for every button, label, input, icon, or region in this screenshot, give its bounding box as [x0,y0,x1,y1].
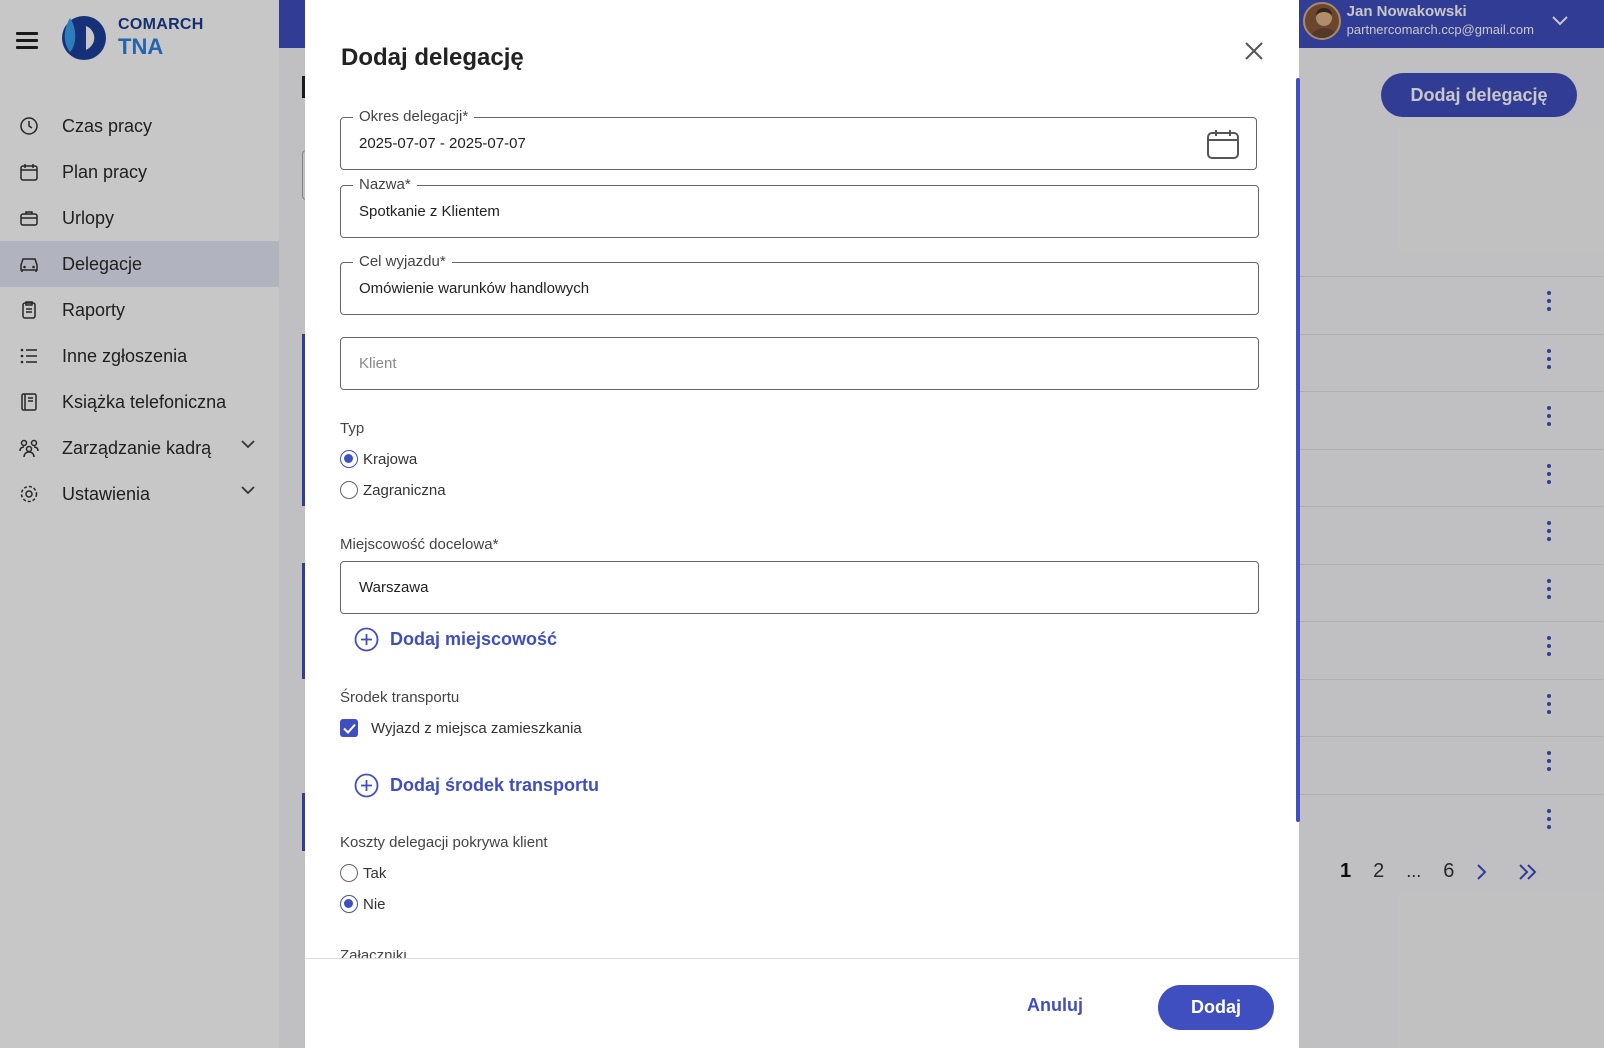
attachments-label: Załączniki [340,950,407,958]
calendar-icon[interactable] [1206,128,1240,160]
transport-label: Środek transportu [340,689,460,706]
purpose-label: Cel wyjazdu* [353,253,452,271]
home-departure-checkbox[interactable]: Wyjazd z miejsca zamieszkania [340,719,582,737]
type-label: Typ [340,420,365,437]
checkbox-label: Wyjazd z miejsca zamieszkania [371,719,582,737]
add-place-label: Dodaj miejscowość [390,629,558,649]
name-label: Nazwa* [353,176,417,194]
client-placeholder: Klient [359,355,397,372]
period-label: Okres delegacji* [353,108,475,126]
add-transport-label: Dodaj środek transportu [390,775,600,795]
radio-label: Nie [363,895,386,913]
add-delegation-dialog: Dodaj delegację Okres delegacji* 2025-07… [305,0,1300,1048]
radio-zagraniczna[interactable]: Zagraniczna [340,481,446,499]
submit-button[interactable]: Dodaj [1158,985,1274,1030]
radio-unchecked-icon [340,864,358,882]
dialog-title: Dodaj delegację [341,44,524,71]
radio-checked-icon [340,450,358,468]
radio-nie[interactable]: Nie [340,895,386,913]
radio-tak[interactable]: Tak [340,864,386,882]
period-value: 2025-07-07 - 2025-07-07 [359,135,526,152]
radio-label: Tak [363,864,387,882]
radio-label: Zagraniczna [363,481,446,499]
client-field[interactable]: Klient [340,337,1259,390]
purpose-field[interactable]: Cel wyjazdu* Omówienie warunków handlowy… [340,253,1259,315]
add-place-button[interactable]: Dodaj miejscowość [354,627,557,652]
cancel-button[interactable]: Anuluj [1005,983,1105,1027]
name-value: Spotkanie z Klientem [359,203,500,220]
radio-krajowa[interactable]: Krajowa [340,450,417,468]
add-transport-button[interactable]: Dodaj środek transportu [354,773,599,798]
plus-circle-icon [354,627,379,652]
plus-circle-icon [354,773,379,798]
scrollbar[interactable] [1296,78,1300,822]
close-icon[interactable] [1243,40,1265,62]
destination-field[interactable]: Warszawa [340,561,1259,614]
radio-checked-icon [340,895,358,913]
period-field[interactable]: Okres delegacji* 2025-07-07 - 2025-07-07 [340,108,1257,170]
destination-value: Warszawa [359,579,429,596]
checkbox-checked-icon [340,719,358,737]
costs-label: Koszty delegacji pokrywa klient [340,834,548,851]
attachments-label-text: Załączniki [340,950,407,958]
purpose-value: Omówienie warunków handlowych [359,280,590,297]
dialog-footer: Anuluj Dodaj [305,958,1299,1048]
radio-label: Krajowa [363,450,418,468]
name-field[interactable]: Nazwa* Spotkanie z Klientem [340,176,1259,238]
destination-label: Miejscowość docelowa* [340,536,499,553]
radio-unchecked-icon [340,481,358,499]
